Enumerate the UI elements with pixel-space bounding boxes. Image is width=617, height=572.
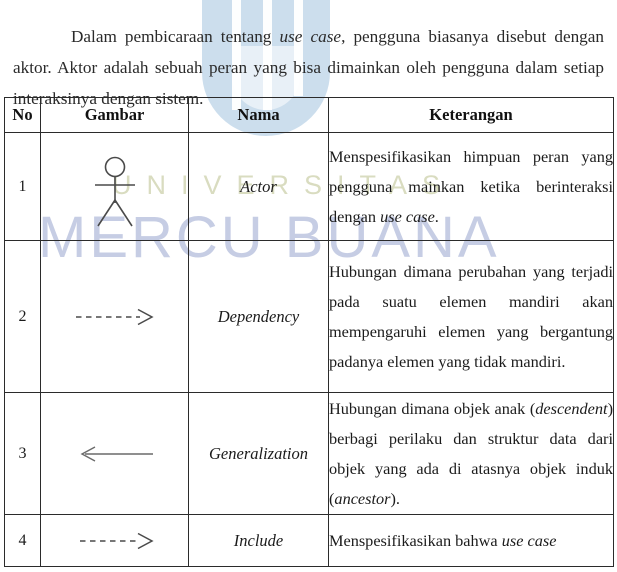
description-part3: ). [390, 488, 401, 508]
symbol-description: Hubungan dimana objek anak (descendent) … [328, 392, 614, 515]
description-italic-ancestor: ancestor [334, 488, 391, 508]
symbol-name: Include [188, 514, 329, 567]
table-row: 2 Dependency Hubungan dimana perubahan y… [4, 240, 614, 393]
row-number: 3 [4, 392, 41, 515]
symbol-name: Dependency [188, 240, 329, 393]
dashed-open-arrow-right-icon [41, 306, 188, 328]
symbol-description: Menspesifikasikan bahwa use case [328, 514, 614, 567]
actor-stick-figure-icon [41, 145, 188, 229]
column-header-no: No [4, 97, 41, 133]
description-part2: . [434, 206, 439, 226]
symbol-cell [40, 240, 189, 393]
symbol-name: Generalization [188, 392, 329, 515]
table-row: 3 Generalization Hubungan dimana objek a… [4, 392, 614, 515]
intro-text-italic-use-case: use case [279, 27, 342, 47]
row-number: 2 [4, 240, 41, 393]
table-row: 1 Actor Menspesifikasikan himpuan peran … [4, 132, 614, 241]
description-part1: Hubungan dimana perubahan yang terjadi p… [329, 261, 613, 371]
row-number: 4 [4, 514, 41, 567]
document-page: Dalam pembicaraan tentang use case, peng… [0, 0, 617, 572]
column-header-keterangan: Keterangan [328, 97, 614, 133]
description-italic-descendent: descendent [535, 398, 608, 418]
column-header-gambar: Gambar [40, 97, 189, 133]
uml-notation-table: No Gambar Nama Keterangan 1 Actor Menspe… [4, 97, 614, 567]
intro-text-part1: Dalam pembicaraan tentang [71, 27, 280, 47]
symbol-cell [40, 514, 189, 567]
symbol-name: Actor [188, 132, 329, 241]
row-number: 1 [4, 132, 41, 241]
column-header-nama: Nama [188, 97, 329, 133]
symbol-description: Menspesifikasikan himpuan peran yang pen… [328, 132, 614, 241]
description-italic-use-case: use case [380, 206, 435, 226]
symbol-cell [40, 132, 189, 241]
solid-arrow-left-icon [41, 443, 188, 465]
description-part1: Menspesifikasikan bahwa [329, 530, 502, 550]
table-row: 4 Include Menspesifikasikan bahwa use ca… [4, 514, 614, 567]
description-italic-use-case: use case [501, 530, 557, 550]
description-part1: Menspesifikasikan himpuan peran yang pen… [329, 146, 613, 226]
table-header-row: No Gambar Nama Keterangan [4, 97, 614, 133]
dashed-open-arrow-right-icon [41, 530, 188, 552]
symbol-description: Hubungan dimana perubahan yang terjadi p… [328, 240, 614, 393]
symbol-cell [40, 392, 189, 515]
description-part1: Hubungan dimana objek anak ( [329, 398, 536, 418]
